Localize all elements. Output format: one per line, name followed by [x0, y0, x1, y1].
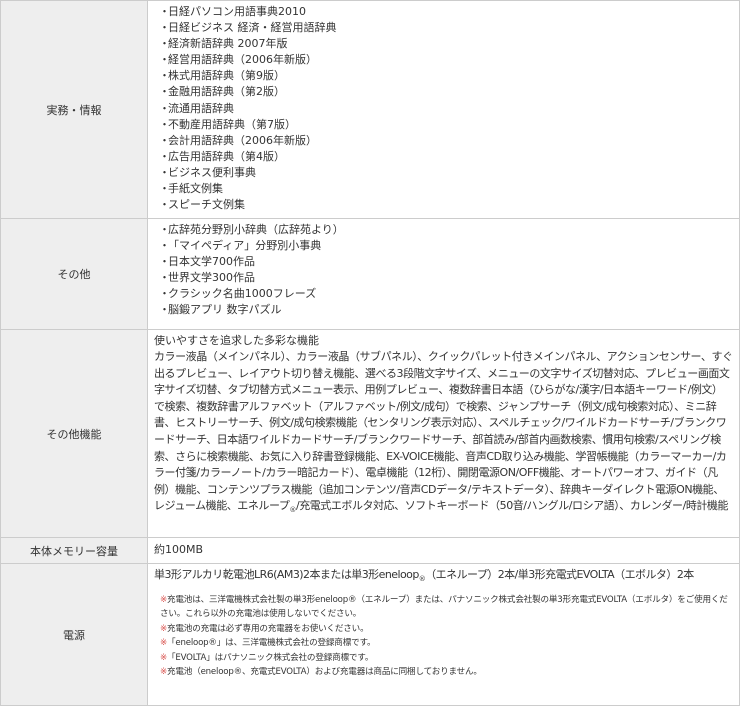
note-asterisk: ※	[160, 594, 168, 605]
bullet-mark: ・	[159, 198, 170, 212]
bullet-mark: ・	[159, 69, 170, 83]
spec-row-features: その他機能 使いやすさを追求した多彩な機能 カラー液晶（メインパネル）、カラー液…	[0, 329, 740, 538]
note-text: 「EVOLTA」はパナソニック株式会社の登録商標です。	[167, 652, 374, 663]
row-value-other: ・広辞苑分野別小辞典（広辞苑より） ・「マイペディア」分野別小事典 ・日本文学700…	[147, 218, 740, 330]
list-item-text: 世界文学300作品	[168, 271, 255, 285]
power-note: ※「EVOLTA」はパナソニック株式会社の登録商標です。	[160, 651, 733, 666]
bullet-mark: ・	[159, 223, 170, 236]
row-label-other: その他	[0, 218, 148, 330]
power-note: ※充電池（eneloop®、充電式EVOLTA）および充電器は商品に同梱しており…	[160, 665, 733, 680]
row-label-power: 電源	[0, 563, 148, 706]
bullet-mark: ・	[159, 165, 170, 179]
spec-row-power: 電源 単3形アルカリ乾電池LR6(AM3)2本または単3形eneloop®（エネ…	[0, 563, 740, 706]
bullet-mark: ・	[159, 133, 170, 147]
spec-row-memory: 本体メモリー容量 約100MB	[0, 537, 740, 564]
bullet-mark: ・	[159, 303, 170, 317]
bullet-mark: ・	[159, 182, 170, 196]
list-item: ・広辞苑分野別小辞典（広辞苑より）	[159, 222, 733, 238]
list-item: ・金融用語辞典（第2版）	[159, 84, 733, 100]
features-text-2: /充電式エボルタ対応、ソフトキーボード（50音/ハングル/ロシア語）、カレンダー…	[295, 499, 729, 513]
list-item-text: 脳鍛アプリ 数字パズル	[168, 303, 282, 317]
list-item: ・株式用語辞典（第9版）	[159, 68, 733, 84]
list-item-text: 手紙文例集	[168, 182, 223, 196]
dictionary-list-other: ・広辞苑分野別小辞典（広辞苑より） ・「マイペディア」分野別小事典 ・日本文学700…	[154, 222, 733, 319]
list-item-text: クラシック名曲1000フレーズ	[168, 287, 317, 301]
bullet-mark: ・	[159, 239, 170, 253]
bullet-mark: ・	[159, 287, 170, 301]
note-text: 充電池は、三洋電機株式会社製の単3形eneloop®（エネループ）または、パナソ…	[160, 594, 728, 620]
list-item-text: 広告用語辞典（第4版）	[168, 149, 285, 163]
row-value-business: ・日経パソコン用語事典2010 ・日経ビジネス 経済・経営用語辞典 ・経済新語辞典 …	[147, 0, 740, 219]
list-item-text: 不動産用語辞典（第7版）	[168, 117, 296, 131]
bullet-mark: ・	[159, 37, 170, 51]
list-item-text: スピーチ文例集	[168, 198, 245, 212]
bullet-mark: ・	[159, 149, 170, 163]
list-item-text: 日経ビジネス 経済・経営用語辞典	[168, 21, 337, 35]
list-item: ・流通用語辞典	[159, 101, 733, 117]
note-text: 「eneloop®」は、三洋電機株式会社の登録商標です。	[167, 638, 376, 649]
list-item-text: 株式用語辞典（第9版）	[168, 69, 285, 83]
power-note: ※充電池の充電は必ず専用の充電器をお使いください。	[160, 622, 733, 637]
list-item-text: 「マイペディア」分野別小事典	[168, 239, 322, 253]
list-item: ・会計用語辞典（2006年新版）	[159, 133, 733, 149]
list-item: ・不動産用語辞典（第7版）	[159, 117, 733, 133]
list-item: ・「マイペディア」分野別小事典	[159, 238, 733, 254]
list-item: ・世界文学300作品	[159, 270, 733, 286]
list-item: ・広告用語辞典（第4版）	[159, 149, 733, 165]
power-note: ※「eneloop®」は、三洋電機株式会社の登録商標です。	[160, 636, 733, 651]
list-item: ・日経パソコン用語事典2010	[159, 4, 733, 20]
list-item: ・クラシック名曲1000フレーズ	[159, 286, 733, 302]
note-asterisk: ※	[160, 638, 168, 649]
list-item: ・脳鍛アプリ 数字パズル	[159, 302, 733, 318]
list-item-text: ビジネス便利事典	[168, 165, 256, 179]
list-item-text: 会計用語辞典（2006年新版）	[168, 133, 317, 147]
row-label-business: 実務・情報	[0, 0, 148, 219]
row-value-memory: 約100MB	[147, 537, 740, 564]
list-item: ・日経ビジネス 経済・経営用語辞典	[159, 20, 733, 36]
list-item-text: 経済新語辞典 2007年版	[168, 37, 288, 51]
spec-row-other: その他 ・広辞苑分野別小辞典（広辞苑より） ・「マイペディア」分野別小事典 ・日本文…	[0, 218, 740, 330]
bullet-mark: ・	[159, 117, 170, 131]
row-label-memory: 本体メモリー容量	[0, 537, 148, 564]
bullet-mark: ・	[159, 21, 170, 35]
list-item: ・スピーチ文例集	[159, 197, 733, 213]
dictionary-list-business: ・日経パソコン用語事典2010 ・日経ビジネス 経済・経営用語辞典 ・経済新語辞典 …	[154, 4, 733, 213]
spec-row-business: 実務・情報 ・日経パソコン用語事典2010 ・日経ビジネス 経済・経営用語辞典 ・経…	[0, 0, 740, 219]
power-notes: ※充電池は、三洋電機株式会社製の単3形eneloop®（エネループ）または、パナ…	[154, 593, 733, 681]
features-title: 使いやすさを追求した多彩な機能	[154, 334, 319, 347]
list-item: ・手紙文例集	[159, 181, 733, 197]
note-text: 充電池（eneloop®、充電式EVOLTA）および充電器は商品に同梱しておりま…	[167, 667, 482, 678]
power-note: ※充電池は、三洋電機株式会社製の単3形eneloop®（エネループ）または、パナ…	[160, 593, 733, 622]
list-item: ・日本文学700作品	[159, 254, 733, 270]
list-item-text: 日経パソコン用語事典2010	[168, 5, 306, 18]
list-item: ・ビジネス便利事典	[159, 165, 733, 181]
bullet-mark: ・	[159, 101, 170, 115]
list-item-text: 経営用語辞典（2006年新版）	[168, 53, 317, 67]
row-label-features: その他機能	[0, 329, 148, 538]
power-text-1: 単3形アルカリ乾電池LR6(AM3)2本または単3形eneloop	[154, 568, 419, 581]
note-asterisk: ※	[160, 623, 168, 634]
features-text-1: カラー液晶（メインパネル）、カラー液晶（サブパネル）、クイックパレット付きメイン…	[154, 350, 733, 513]
bullet-mark: ・	[159, 85, 170, 99]
list-item-text: 広辞苑分野別小辞典（広辞苑より）	[168, 223, 344, 236]
list-item-text: 流通用語辞典	[168, 101, 234, 115]
bullet-mark: ・	[159, 53, 170, 67]
list-item: ・経済新語辞典 2007年版	[159, 36, 733, 52]
list-item: ・経営用語辞典（2006年新版）	[159, 52, 733, 68]
list-item-text: 金融用語辞典（第2版）	[168, 85, 285, 99]
features-body: カラー液晶（メインパネル）、カラー液晶（サブパネル）、クイックパレット付きメイン…	[154, 349, 733, 519]
bullet-mark: ・	[159, 5, 170, 18]
note-asterisk: ※	[160, 667, 168, 678]
row-value-features: 使いやすさを追求した多彩な機能 カラー液晶（メインパネル）、カラー液晶（サブパネ…	[147, 329, 740, 538]
bullet-mark: ・	[159, 255, 170, 269]
power-main: 単3形アルカリ乾電池LR6(AM3)2本または単3形eneloop®（エネループ…	[154, 567, 733, 588]
row-value-power: 単3形アルカリ乾電池LR6(AM3)2本または単3形eneloop®（エネループ…	[147, 563, 740, 706]
list-item-text: 日本文学700作品	[168, 255, 255, 269]
spec-table: 実務・情報 ・日経パソコン用語事典2010 ・日経ビジネス 経済・経営用語辞典 ・経…	[0, 0, 740, 706]
power-text-2: （エネループ）2本/単3形充電式EVOLTA（エボルタ）2本	[425, 568, 694, 581]
bullet-mark: ・	[159, 271, 170, 285]
note-asterisk: ※	[160, 652, 168, 663]
note-text: 充電池の充電は必ず専用の充電器をお使いください。	[167, 623, 369, 634]
